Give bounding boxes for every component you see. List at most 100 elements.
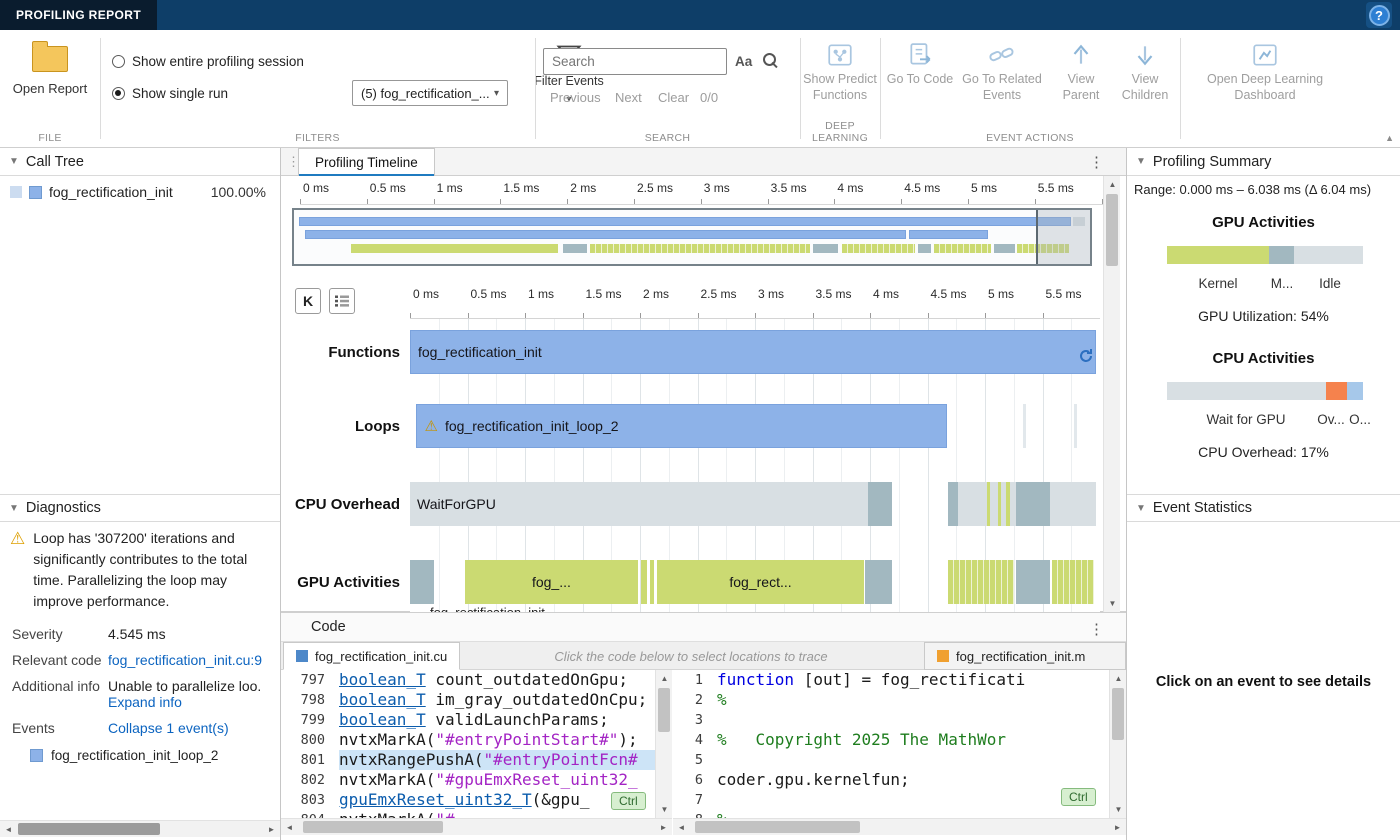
cpu-summary-segment[interactable]: [1347, 382, 1363, 400]
radio-single-run[interactable]: Show single run: [112, 86, 228, 101]
minimap-segment[interactable]: [305, 230, 906, 239]
minimap-segment[interactable]: [563, 244, 587, 253]
run-selector-dropdown[interactable]: (5) fog_rectification_... ▾: [352, 80, 508, 106]
scroll-left-icon[interactable]: ◄: [0, 821, 17, 838]
collapse-events-link[interactable]: Collapse 1 event(s): [108, 720, 229, 736]
scroll-right-icon[interactable]: ►: [1109, 819, 1126, 836]
previous-button[interactable]: Previous: [550, 90, 601, 105]
minimap-viewport-edge[interactable]: [1036, 210, 1090, 264]
gpu-activity-event[interactable]: [1052, 560, 1095, 604]
legend-button[interactable]: [329, 288, 355, 314]
open-report-button[interactable]: Open Report: [0, 42, 100, 96]
clear-button[interactable]: Clear: [658, 90, 689, 105]
gpu-activity-event[interactable]: [1016, 560, 1051, 604]
gpu-activity-event[interactable]: fog_...: [465, 560, 638, 604]
go-to-code-button[interactable]: Go To Code: [886, 42, 954, 88]
minimap-segment[interactable]: [299, 217, 1071, 226]
minimap-segment[interactable]: [813, 244, 838, 253]
scroll-right-icon[interactable]: ►: [263, 821, 280, 838]
timeline-plot[interactable]: 0 ms0.5 ms1 ms1.5 ms2 ms2.5 ms3 ms3.5 ms…: [410, 272, 1100, 612]
tab-code-m[interactable]: fog_rectification_init.m: [924, 642, 1126, 670]
gpu-activity-event[interactable]: [948, 560, 1014, 604]
cpu-overhead-event[interactable]: WaitForGPU: [410, 482, 868, 526]
call-tree-header[interactable]: ▼ Call Tree: [0, 148, 280, 176]
scroll-down-icon[interactable]: ▼: [1104, 595, 1121, 612]
minimap-segment[interactable]: [909, 230, 988, 239]
timeline-menu-icon[interactable]: ⋮: [1089, 153, 1104, 171]
gpu-activity-event[interactable]: fog_rect...: [657, 560, 864, 604]
code-line[interactable]: 797boolean_T count_outdatedOnGpu;: [281, 670, 671, 690]
gpu-activity-event[interactable]: [865, 560, 891, 604]
scroll-right-icon[interactable]: ►: [655, 819, 672, 836]
scroll-down-icon[interactable]: ▼: [1110, 801, 1127, 818]
diagnostic-event-item[interactable]: fog_rectification_init_loop_2: [10, 748, 270, 763]
relevant-code-link[interactable]: fog_rectification_init.cu:9: [108, 652, 262, 668]
functions-event[interactable]: fog_rectification_init: [410, 330, 1096, 374]
scroll-left-icon[interactable]: ◄: [673, 819, 690, 836]
scroll-up-icon[interactable]: ▲: [1104, 176, 1121, 193]
code-line[interactable]: 804nvtxMarkA("#: [281, 810, 671, 818]
gpu-activity-event[interactable]: [641, 560, 647, 604]
cpu-overhead-event[interactable]: [1016, 482, 1051, 526]
expand-info-link[interactable]: Expand info: [108, 694, 182, 710]
tab-profiling-timeline[interactable]: Profiling Timeline: [298, 148, 435, 176]
code-m-vertical-scrollbar[interactable]: ▲ ▼: [1109, 670, 1126, 818]
gpu-activity-event[interactable]: [410, 560, 434, 604]
code-line[interactable]: 801nvtxRangePushA("#entryPointFcn#: [281, 750, 671, 770]
timeline-minimap[interactable]: [292, 208, 1092, 266]
profiling-report-tab[interactable]: PROFILING REPORT: [0, 0, 157, 30]
cpu-overhead-event[interactable]: [1006, 482, 1010, 526]
code-line[interactable]: 798boolean_T im_gray_outdatedOnCpu;: [281, 690, 671, 710]
code-line[interactable]: 2%: [673, 690, 1126, 710]
code-cu-vertical-scrollbar[interactable]: ▲ ▼: [655, 670, 672, 818]
minimize-ribbon-icon[interactable]: ▲: [1385, 133, 1394, 143]
profiling-summary-header[interactable]: ▼ Profiling Summary: [1127, 148, 1400, 176]
code-editor-m[interactable]: 1function [out] = fog_rectificati2%34% C…: [673, 670, 1126, 818]
kernel-toggle-button[interactable]: K: [295, 288, 321, 314]
cpu-overhead-event[interactable]: [868, 482, 892, 526]
trace-link-icon[interactable]: [1078, 348, 1094, 364]
search-input[interactable]: [543, 48, 727, 75]
view-parent-button[interactable]: View Parent: [1050, 42, 1112, 103]
radio-entire-session[interactable]: Show entire profiling session: [112, 54, 304, 69]
code-cu-horizontal-scrollbar[interactable]: ◄ ►: [281, 818, 672, 835]
minimap-segment[interactable]: [934, 244, 991, 253]
code-line[interactable]: 800nvtxMarkA("#entryPointStart#");: [281, 730, 671, 750]
code-line[interactable]: 6coder.gpu.kernelfun;: [673, 770, 1126, 790]
code-line[interactable]: 5: [673, 750, 1126, 770]
gpu-summary-segment[interactable]: [1167, 246, 1269, 264]
code-line[interactable]: 3: [673, 710, 1126, 730]
scroll-down-icon[interactable]: ▼: [656, 801, 673, 818]
view-children-button[interactable]: View Children: [1114, 42, 1176, 103]
code-menu-icon[interactable]: ⋮: [1089, 620, 1104, 638]
cpu-summary-segment[interactable]: [1167, 382, 1326, 400]
show-predict-functions-button[interactable]: Show Predict Functions: [800, 42, 880, 103]
scroll-up-icon[interactable]: ▲: [656, 670, 673, 687]
timeline-vertical-scrollbar[interactable]: ▲ ▼: [1103, 176, 1120, 612]
search-icon[interactable]: [763, 53, 779, 69]
code-line[interactable]: 799boolean_T validLaunchParams;: [281, 710, 671, 730]
diagnostics-header[interactable]: ▼ Diagnostics: [0, 494, 280, 522]
loop-event[interactable]: [1023, 404, 1026, 448]
cpu-overhead-event[interactable]: [948, 482, 958, 526]
cpu-summary-segment[interactable]: [1326, 382, 1348, 400]
gpu-summary-segment[interactable]: [1269, 246, 1294, 264]
minimap-segment[interactable]: [351, 244, 558, 253]
match-case-toggle[interactable]: Aa: [735, 54, 752, 69]
go-to-related-events-button[interactable]: Go To Related Events: [956, 42, 1048, 103]
cpu-overhead-event[interactable]: [987, 482, 990, 526]
cpu-overhead-event[interactable]: [1050, 482, 1096, 526]
gpu-activity-event[interactable]: [650, 560, 654, 604]
code-line[interactable]: 4% Copyright 2025 The MathWor: [673, 730, 1126, 750]
code-line[interactable]: 1function [out] = fog_rectificati: [673, 670, 1126, 690]
open-dl-dashboard-button[interactable]: Open Deep Learning Dashboard: [1190, 42, 1340, 103]
minimap-segment[interactable]: [590, 244, 810, 253]
code-m-horizontal-scrollbar[interactable]: ◄ ►: [673, 818, 1126, 835]
gpu-summary-segment[interactable]: [1294, 246, 1363, 264]
code-line[interactable]: 7: [673, 790, 1126, 810]
scroll-up-icon[interactable]: ▲: [1110, 670, 1127, 687]
scroll-left-icon[interactable]: ◄: [281, 819, 298, 836]
cpu-overhead-event[interactable]: [998, 482, 1001, 526]
minimap-segment[interactable]: [842, 244, 915, 253]
tab-code-c[interactable]: fog_rectification_init.cu: [283, 642, 460, 670]
